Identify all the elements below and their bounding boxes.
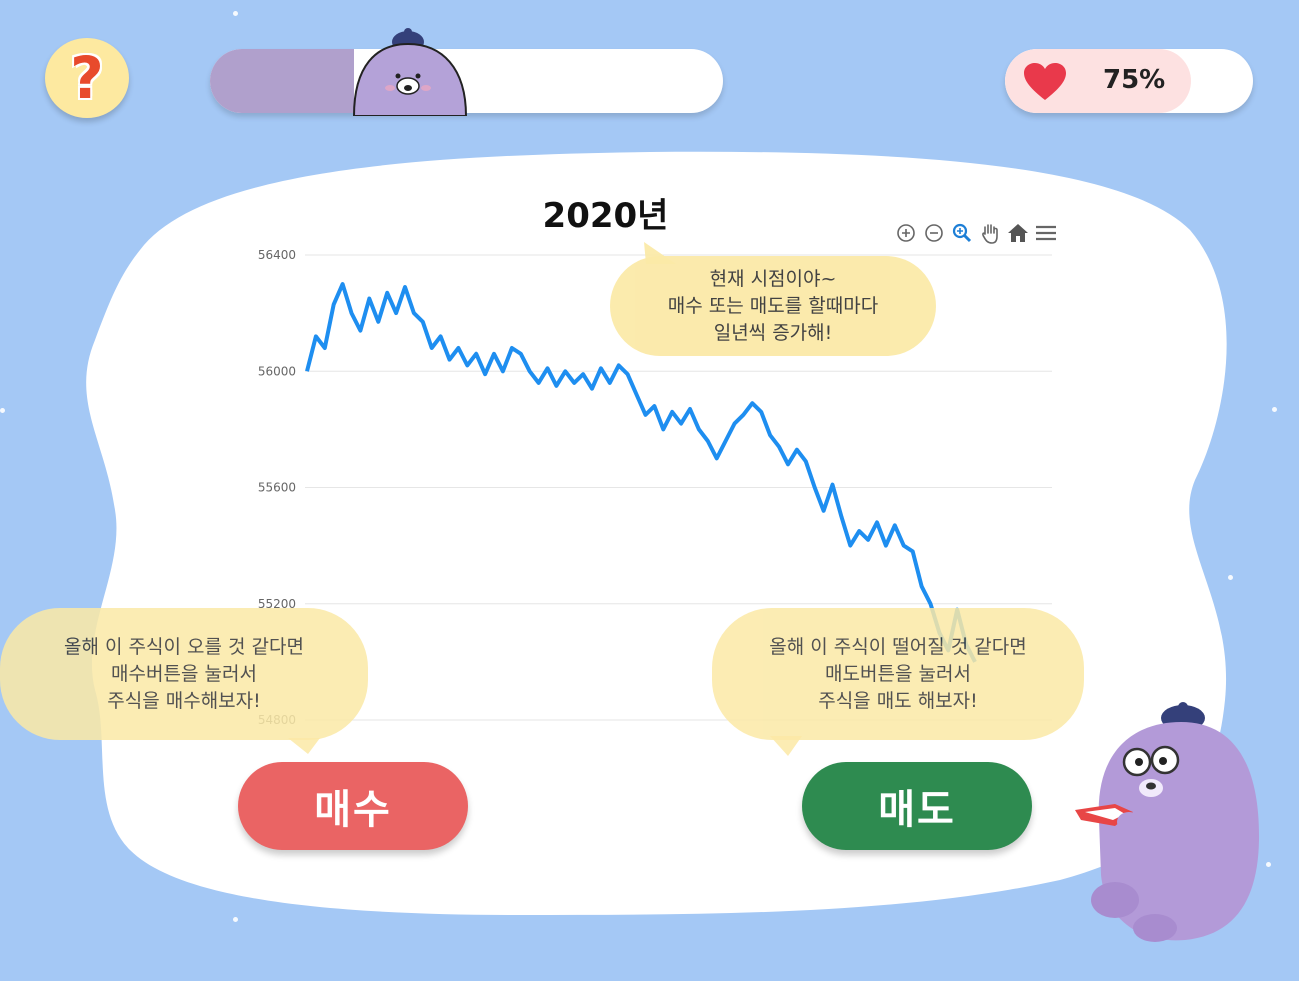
magnifier-icon[interactable] <box>951 222 973 244</box>
bubble-tail <box>644 242 676 264</box>
menu-icon[interactable] <box>1035 222 1057 244</box>
zoom-in-icon[interactable] <box>895 222 917 244</box>
y-tick-label: 55600 <box>258 481 296 495</box>
zoom-out-icon[interactable] <box>923 222 945 244</box>
buy-button[interactable]: 매수 <box>238 762 468 850</box>
bubble-text: 주식을 매도 해보자! <box>818 689 978 712</box>
pan-hand-icon[interactable] <box>979 222 1001 244</box>
y-tick-label: 56400 <box>258 248 296 262</box>
bubble-tail <box>770 736 802 756</box>
bubble-text: 주식을 매수해보자! <box>107 689 261 712</box>
bubble-text: 현재 시점이야~ <box>709 267 837 290</box>
bubble-tail <box>288 738 320 754</box>
current-year-bubble: 현재 시점이야~ 매수 또는 매도를 할때마다 일년씩 증가해! <box>610 256 936 356</box>
sell-button[interactable]: 매도 <box>802 762 1032 850</box>
y-tick-label: 56000 <box>258 364 296 378</box>
chart-toolbar <box>895 222 1057 244</box>
bubble-text: 매수버튼을 눌러서 <box>111 662 257 685</box>
sell-hint-bubble: 올해 이 주식이 떨어질 것 같다면 매도버튼을 눌러서 주식을 매도 해보자! <box>712 608 1084 740</box>
bubble-text: 올해 이 주식이 오를 것 같다면 <box>64 635 304 658</box>
bubble-text: 매수 또는 매도를 할때마다 <box>667 294 879 317</box>
bubble-text: 올해 이 주식이 떨어질 것 같다면 <box>769 635 1027 658</box>
home-icon[interactable] <box>1007 222 1029 244</box>
bubble-text: 일년씩 증가해! <box>713 321 833 344</box>
buy-hint-bubble: 올해 이 주식이 오를 것 같다면 매수버튼을 눌러서 주식을 매수해보자! <box>0 608 368 740</box>
mascot-character <box>1075 702 1260 942</box>
bubble-text: 매도버튼을 눌러서 <box>825 662 971 685</box>
